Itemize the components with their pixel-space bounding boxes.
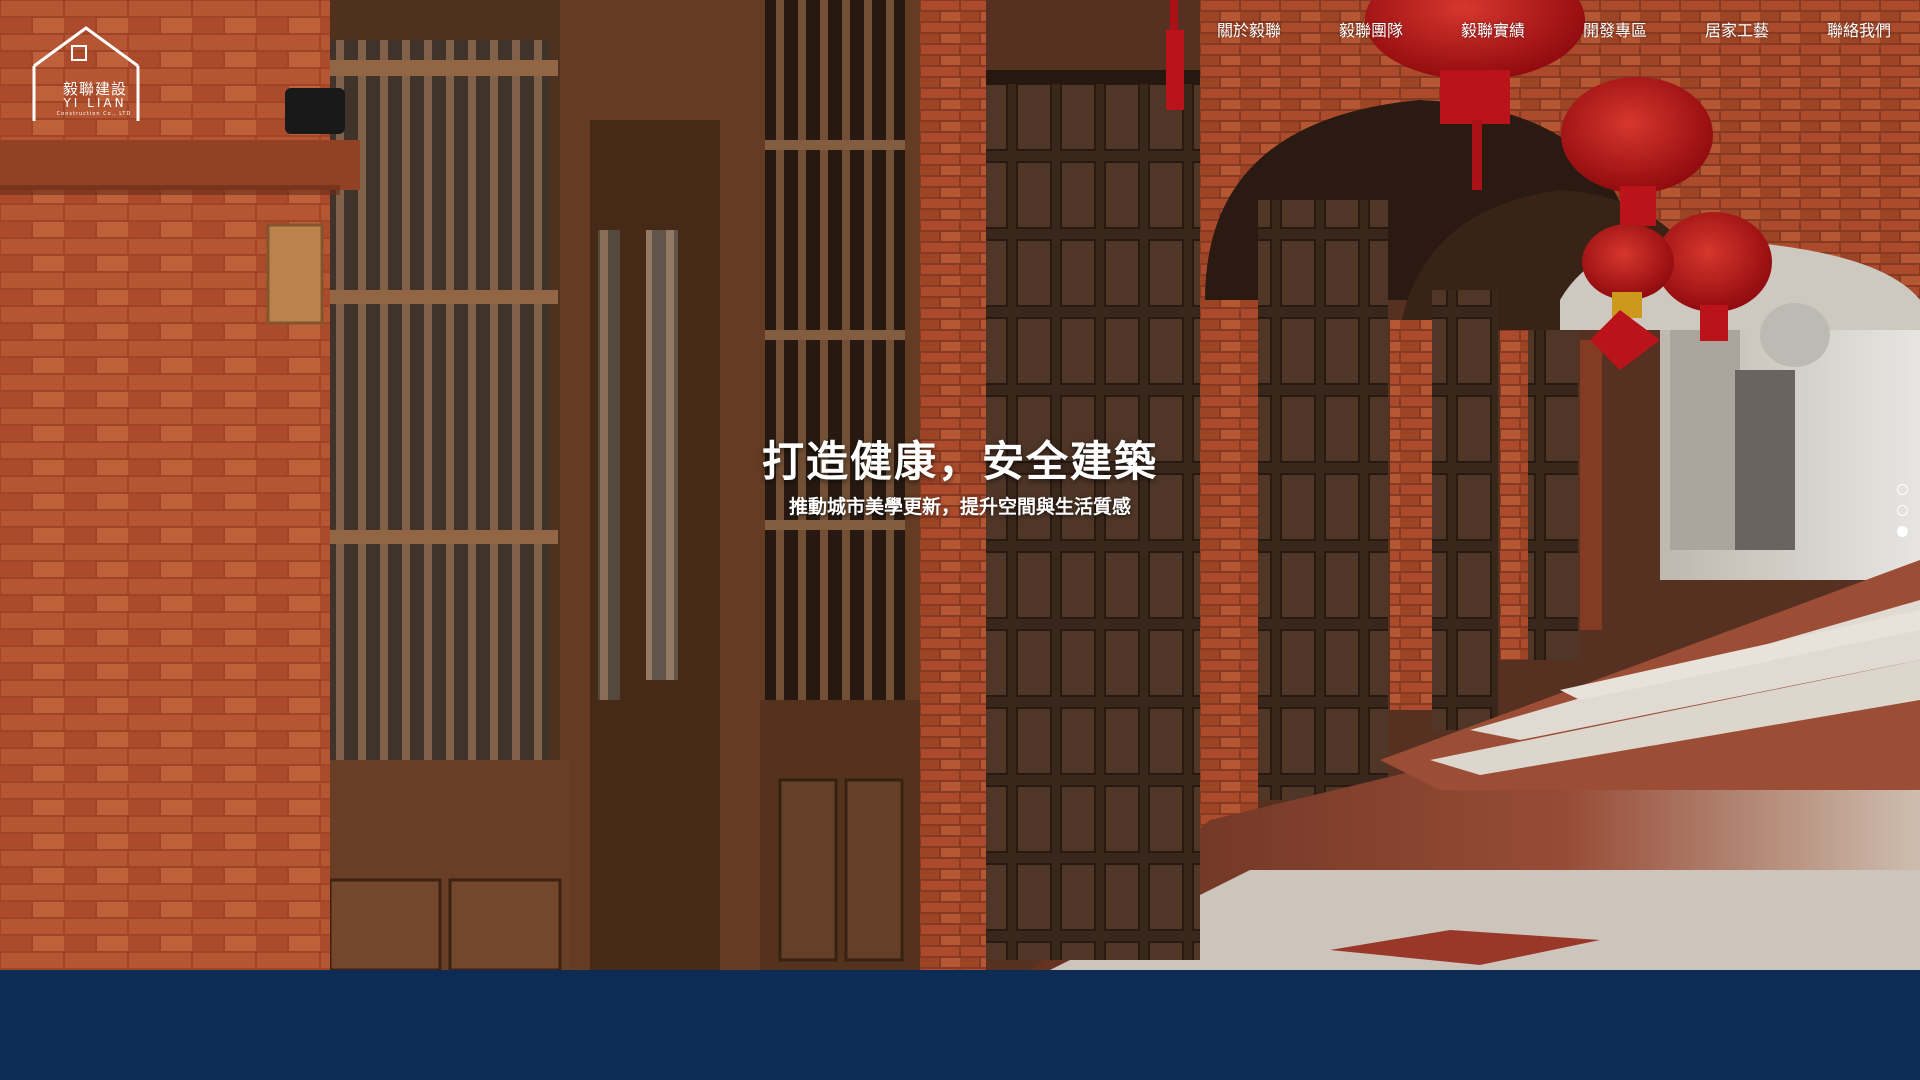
logo-tagline: Construction Co., LTD <box>56 111 132 117</box>
nav-development[interactable]: 開發專區 <box>1554 18 1676 44</box>
logo-name-en: YI LIAN <box>63 96 127 110</box>
slider-dot-3[interactable] <box>1897 526 1908 537</box>
slider-dot-2[interactable] <box>1897 505 1908 516</box>
nav-contact[interactable]: 聯絡我們 <box>1798 18 1920 44</box>
footer-band <box>0 970 1920 1080</box>
hero-title: 打造健康，安全建築 <box>761 437 1158 486</box>
nav-projects[interactable]: 毅聯實績 <box>1432 18 1554 44</box>
nav-about[interactable]: 關於毅聯 <box>1188 18 1310 44</box>
slider-pagination <box>1897 484 1908 537</box>
site-logo[interactable]: 毅聯建設 YI LIAN Construction Co., LTD <box>28 26 144 122</box>
main-nav: 關於毅聯 毅聯團隊 毅聯實績 開發專區 居家工藝 聯絡我們 <box>1188 18 1920 44</box>
nav-home-craft[interactable]: 居家工藝 <box>1676 18 1798 44</box>
nav-team[interactable]: 毅聯團隊 <box>1310 18 1432 44</box>
slider-dot-1[interactable] <box>1897 484 1908 495</box>
hero-subtitle: 推動城市美學更新，提升空間與生活質感 <box>788 496 1131 518</box>
